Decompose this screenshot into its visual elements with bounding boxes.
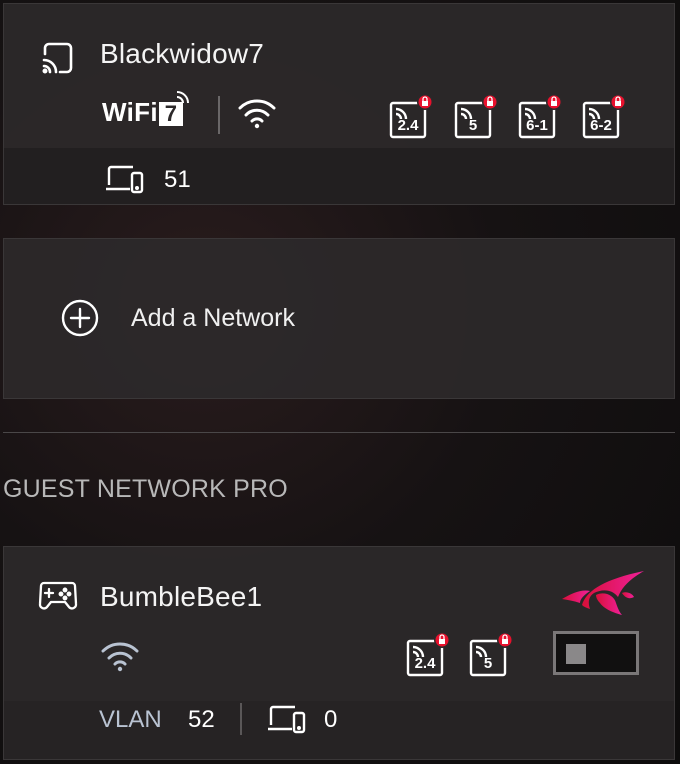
band-lock-icon: 5 bbox=[468, 630, 514, 683]
network-name: Blackwidow7 bbox=[100, 38, 265, 69]
separator bbox=[240, 703, 242, 735]
cast-icon bbox=[40, 40, 76, 76]
devices-icon bbox=[104, 163, 144, 195]
plus-circle-icon[interactable] bbox=[60, 298, 100, 338]
band-lock-icon: 6-2 bbox=[581, 92, 627, 145]
wifi7-logo: WiFi 7 bbox=[102, 91, 189, 128]
guest-section-title: GUEST NETWORK PRO bbox=[3, 475, 288, 503]
devices-icon bbox=[266, 703, 306, 735]
band-label: 6-1 bbox=[526, 117, 548, 134]
band-lock-icon: 6-1 bbox=[517, 92, 563, 145]
rog-logo-icon bbox=[560, 569, 646, 617]
toggle-knob bbox=[566, 644, 586, 664]
band-label: 6-2 bbox=[590, 117, 612, 134]
wifi7-signal-icon bbox=[175, 91, 189, 110]
band-label: 5 bbox=[468, 117, 478, 134]
band-label: 2.4 bbox=[414, 655, 436, 672]
wifi-icon bbox=[100, 641, 140, 673]
client-count: 51 bbox=[164, 166, 191, 193]
band-lock-icon: 2.4 bbox=[388, 92, 434, 145]
band-lock-icon: 5 bbox=[453, 92, 499, 145]
vlan-id: 52 bbox=[188, 706, 215, 733]
band-label: 5 bbox=[483, 655, 493, 672]
guest-network-toggle[interactable] bbox=[553, 631, 639, 675]
section-divider bbox=[3, 432, 675, 433]
wifi7-text: WiFi bbox=[102, 97, 158, 127]
vlan-label: VLAN bbox=[99, 706, 162, 733]
gamepad-icon bbox=[38, 580, 78, 612]
main-network-card[interactable]: Blackwidow7 WiFi 7 2.4 5 6-1 6-2 51 bbox=[3, 3, 675, 205]
band-lock-icon: 2.4 bbox=[405, 630, 451, 683]
separator bbox=[218, 96, 220, 134]
add-network-card[interactable]: Add a Network bbox=[3, 238, 675, 399]
wifi-icon bbox=[237, 98, 277, 130]
add-network-label[interactable]: Add a Network bbox=[131, 304, 295, 333]
guest-network-card[interactable]: BumbleBee1 2.4 5 VLAN 52 0 bbox=[3, 546, 675, 760]
band-label: 2.4 bbox=[397, 117, 419, 134]
guest-client-count: 0 bbox=[324, 706, 338, 733]
guest-network-name: BumbleBee1 bbox=[100, 581, 263, 612]
